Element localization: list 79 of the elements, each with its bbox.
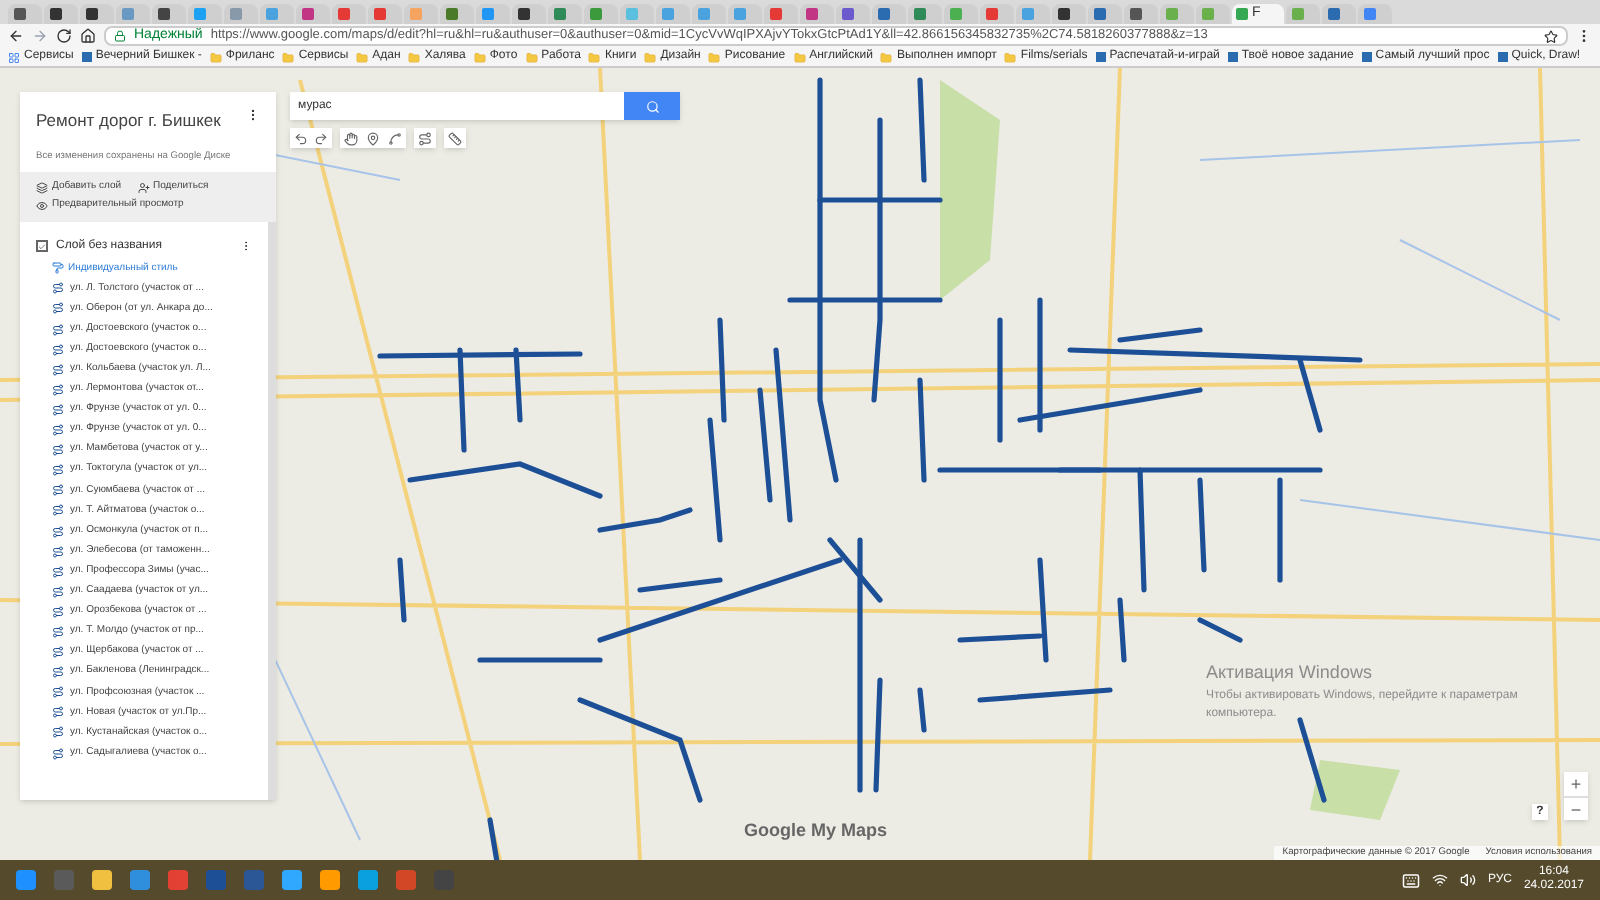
line-icon [52, 565, 64, 578]
folder-icon [708, 51, 721, 63]
folder-icon [880, 51, 893, 63]
line-icon [52, 464, 64, 477]
folder-icon [1004, 51, 1017, 63]
line-icon [52, 605, 64, 618]
folder-icon [525, 51, 538, 63]
folder-icon [793, 51, 806, 63]
favicon-icon [1497, 52, 1508, 62]
line-icon [52, 343, 64, 356]
browser-tab[interactable] [1088, 4, 1122, 24]
browser-tab[interactable] [1124, 4, 1158, 24]
line-icon [52, 282, 64, 295]
zoom-in-button[interactable]: + [1564, 772, 1588, 796]
keyboard-icon[interactable] [1401, 871, 1420, 889]
favicon-icon [1095, 52, 1106, 62]
line-icon [52, 747, 64, 760]
browser-tab[interactable] [8, 4, 42, 24]
map-title[interactable]: Ремонт дорог г. Бишкек [36, 108, 221, 134]
line-icon [52, 525, 64, 537]
paint-roller-icon [52, 262, 64, 275]
folder-icon [473, 51, 486, 63]
browser-tab[interactable] [1052, 4, 1086, 24]
apps-icon [8, 51, 20, 63]
network-icon[interactable] [1431, 872, 1448, 888]
favicon-icon [81, 52, 92, 62]
folder-icon [408, 51, 421, 63]
more-icon[interactable] [246, 108, 260, 122]
lock-icon [114, 30, 126, 42]
browser-tab[interactable] [512, 4, 546, 24]
favicon-icon [1361, 52, 1372, 62]
line-icon [52, 383, 64, 396]
line-icon [52, 444, 64, 457]
home-icon[interactable] [80, 28, 96, 44]
line-icon [52, 484, 64, 497]
line-icon[interactable] [388, 131, 402, 145]
marker-icon[interactable] [366, 131, 380, 145]
browser-tab[interactable] [1322, 4, 1356, 24]
search-button[interactable] [624, 92, 680, 120]
back-icon[interactable] [8, 28, 24, 44]
folder-icon [282, 51, 295, 63]
favicon-icon [1227, 52, 1238, 62]
line-icon [52, 302, 64, 315]
reload-icon[interactable] [56, 28, 72, 44]
folder-icon [644, 51, 657, 63]
line-icon [52, 363, 64, 376]
forward-icon[interactable] [32, 28, 48, 44]
line-icon [52, 545, 64, 558]
line-icon [52, 323, 64, 336]
line-icon [52, 706, 64, 719]
bookmark-star-icon[interactable] [1544, 29, 1558, 43]
browser-tab[interactable] [80, 4, 114, 24]
folder-icon [588, 51, 601, 63]
redo-icon[interactable] [314, 131, 328, 145]
line-icon [52, 403, 64, 416]
hand-icon[interactable] [344, 131, 358, 145]
browser-tab[interactable] [44, 4, 78, 24]
browser-tab[interactable] [872, 4, 906, 24]
volume-icon[interactable] [1459, 872, 1476, 888]
line-icon [52, 585, 64, 598]
zoom-out-button[interactable]: − [1564, 796, 1588, 820]
undo-icon[interactable] [294, 131, 308, 145]
layer-checkbox[interactable] [36, 240, 48, 253]
add-person-icon [137, 181, 150, 194]
layers-icon [36, 181, 48, 194]
search-icon [645, 99, 659, 113]
folder-icon [356, 51, 369, 63]
line-icon [52, 504, 64, 517]
line-icon [52, 625, 64, 638]
line-icon [52, 666, 64, 679]
line-icon [52, 646, 64, 659]
browser-tab[interactable] [152, 4, 186, 24]
activation-title: Активация Windows [1206, 660, 1374, 686]
line-icon [52, 686, 64, 699]
folder-icon [209, 51, 222, 63]
eye-icon [36, 200, 48, 213]
line-icon [52, 726, 64, 739]
line-icon [52, 424, 64, 437]
brand-logo: Google My Maps [744, 817, 888, 844]
